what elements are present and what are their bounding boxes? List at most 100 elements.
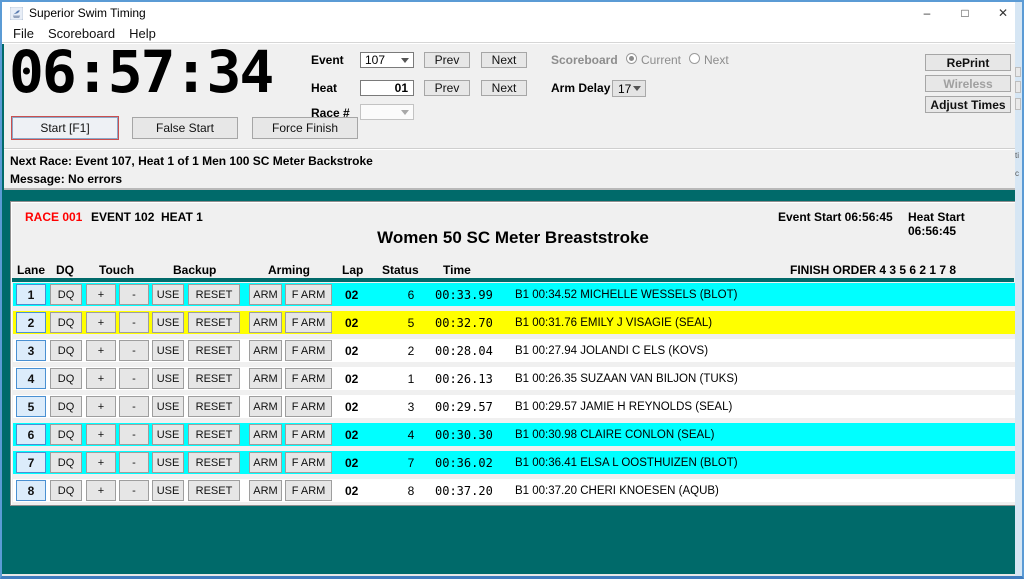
force-arm-button[interactable]: F ARM	[285, 424, 332, 445]
time-value: 00:29.57	[435, 395, 515, 418]
event-next-button[interactable]: Next	[481, 52, 527, 68]
lane-row: 7 DQ + - USE RESET ARM F ARM 02 7 00:36.…	[13, 451, 1015, 474]
touch-plus-button[interactable]: +	[86, 452, 116, 473]
adjust-times-button[interactable]: Adjust Times	[925, 96, 1011, 113]
backup-use-button[interactable]: USE	[152, 368, 184, 389]
force-arm-button[interactable]: F ARM	[285, 480, 332, 501]
touch-plus-button[interactable]: +	[86, 340, 116, 361]
lane-row: 6 DQ + - USE RESET ARM F ARM 02 4 00:30.…	[13, 423, 1015, 446]
backup-use-button[interactable]: USE	[152, 480, 184, 501]
dq-button[interactable]: DQ	[50, 340, 82, 361]
touch-plus-button[interactable]: +	[86, 480, 116, 501]
backup-use-button[interactable]: USE	[152, 452, 184, 473]
start-button[interactable]: Start [F1]	[12, 117, 118, 139]
touch-minus-button[interactable]: -	[119, 452, 149, 473]
lane-button[interactable]: 3	[16, 340, 46, 361]
dq-button[interactable]: DQ	[50, 312, 82, 333]
scoreboard-current-radio[interactable]	[626, 53, 637, 64]
touch-plus-button[interactable]: +	[86, 396, 116, 417]
heat-number-header: HEAT 1	[161, 210, 203, 224]
backup-reset-button[interactable]: RESET	[188, 424, 240, 445]
wireless-button[interactable]: Wireless	[925, 75, 1011, 92]
title-bar: Superior Swim Timing – □ ✕	[2, 2, 1022, 24]
backup-use-button[interactable]: USE	[152, 284, 184, 305]
dq-button[interactable]: DQ	[50, 396, 82, 417]
dq-button[interactable]: DQ	[50, 368, 82, 389]
lane-button[interactable]: 1	[16, 284, 46, 305]
clipped-widget	[1015, 98, 1021, 110]
touch-minus-button[interactable]: -	[119, 424, 149, 445]
lane-button[interactable]: 4	[16, 368, 46, 389]
backup-reset-button[interactable]: RESET	[188, 480, 240, 501]
maximize-button[interactable]: □	[946, 2, 984, 24]
dq-button[interactable]: DQ	[50, 284, 82, 305]
lane-button[interactable]: 2	[16, 312, 46, 333]
touch-plus-button[interactable]: +	[86, 284, 116, 305]
col-lane: Lane	[17, 263, 45, 277]
touch-minus-button[interactable]: -	[119, 284, 149, 305]
message-panel: Next Race: Event 107, Heat 1 of 1 Men 10…	[4, 149, 1016, 190]
arm-button[interactable]: ARM	[249, 452, 282, 473]
col-finish-order: FINISH ORDER 4 3 5 6 2 1 7 8	[790, 263, 956, 277]
heat-input[interactable]: 01	[360, 80, 414, 96]
backup-use-button[interactable]: USE	[152, 340, 184, 361]
race-number-select[interactable]	[360, 104, 414, 120]
heat-prev-button[interactable]: Prev	[424, 80, 470, 96]
lane-button[interactable]: 5	[16, 396, 46, 417]
arm-button[interactable]: ARM	[249, 284, 282, 305]
lane-button[interactable]: 7	[16, 452, 46, 473]
controls-panel: 06:57:34 Start [F1] False Start Force Fi…	[4, 44, 1016, 149]
force-arm-button[interactable]: F ARM	[285, 452, 332, 473]
backup-reset-button[interactable]: RESET	[188, 368, 240, 389]
backup-reset-button[interactable]: RESET	[188, 312, 240, 333]
event-select[interactable]: 107	[360, 52, 414, 68]
backup-use-button[interactable]: USE	[152, 396, 184, 417]
arm-button[interactable]: ARM	[249, 340, 282, 361]
arm-button[interactable]: ARM	[249, 312, 282, 333]
lap-count: 02	[345, 339, 369, 362]
backup-use-button[interactable]: USE	[152, 424, 184, 445]
status-value: 1	[397, 367, 425, 390]
lane-button[interactable]: 6	[16, 424, 46, 445]
touch-plus-button[interactable]: +	[86, 424, 116, 445]
touch-minus-button[interactable]: -	[119, 368, 149, 389]
clipped-widget	[1015, 81, 1021, 93]
touch-minus-button[interactable]: -	[119, 480, 149, 501]
scoreboard-next-radio[interactable]	[689, 53, 700, 64]
backup-reset-button[interactable]: RESET	[188, 340, 240, 361]
backup-use-button[interactable]: USE	[152, 312, 184, 333]
force-arm-button[interactable]: F ARM	[285, 284, 332, 305]
lane-button[interactable]: 8	[16, 480, 46, 501]
force-arm-button[interactable]: F ARM	[285, 396, 332, 417]
scoreboard-label: Scoreboard	[551, 53, 618, 67]
dq-button[interactable]: DQ	[50, 424, 82, 445]
dq-button[interactable]: DQ	[50, 480, 82, 501]
arm-button[interactable]: ARM	[249, 424, 282, 445]
touch-plus-button[interactable]: +	[86, 368, 116, 389]
force-arm-button[interactable]: F ARM	[285, 340, 332, 361]
reprint-button[interactable]: RePrint	[925, 54, 1011, 71]
arm-button[interactable]: ARM	[249, 368, 282, 389]
touch-minus-button[interactable]: -	[119, 396, 149, 417]
event-prev-button[interactable]: Prev	[424, 52, 470, 68]
backup-reset-button[interactable]: RESET	[188, 396, 240, 417]
force-arm-button[interactable]: F ARM	[285, 368, 332, 389]
arm-button[interactable]: ARM	[249, 396, 282, 417]
force-finish-button[interactable]: Force Finish	[252, 117, 358, 139]
false-start-button[interactable]: False Start	[132, 117, 238, 139]
dq-button[interactable]: DQ	[50, 452, 82, 473]
lap-count: 02	[345, 283, 369, 306]
force-arm-button[interactable]: F ARM	[285, 312, 332, 333]
lane-row: 5 DQ + - USE RESET ARM F ARM 02 3 00:29.…	[13, 395, 1015, 418]
minimize-button[interactable]: –	[908, 2, 946, 24]
heat-next-button[interactable]: Next	[481, 80, 527, 96]
backup-reset-button[interactable]: RESET	[188, 284, 240, 305]
backup-reset-button[interactable]: RESET	[188, 452, 240, 473]
event-start-time: Event Start 06:56:45	[778, 210, 893, 224]
status-value: 8	[397, 479, 425, 502]
arm-delay-select[interactable]: 17	[612, 80, 646, 97]
touch-plus-button[interactable]: +	[86, 312, 116, 333]
arm-button[interactable]: ARM	[249, 480, 282, 501]
touch-minus-button[interactable]: -	[119, 312, 149, 333]
touch-minus-button[interactable]: -	[119, 340, 149, 361]
